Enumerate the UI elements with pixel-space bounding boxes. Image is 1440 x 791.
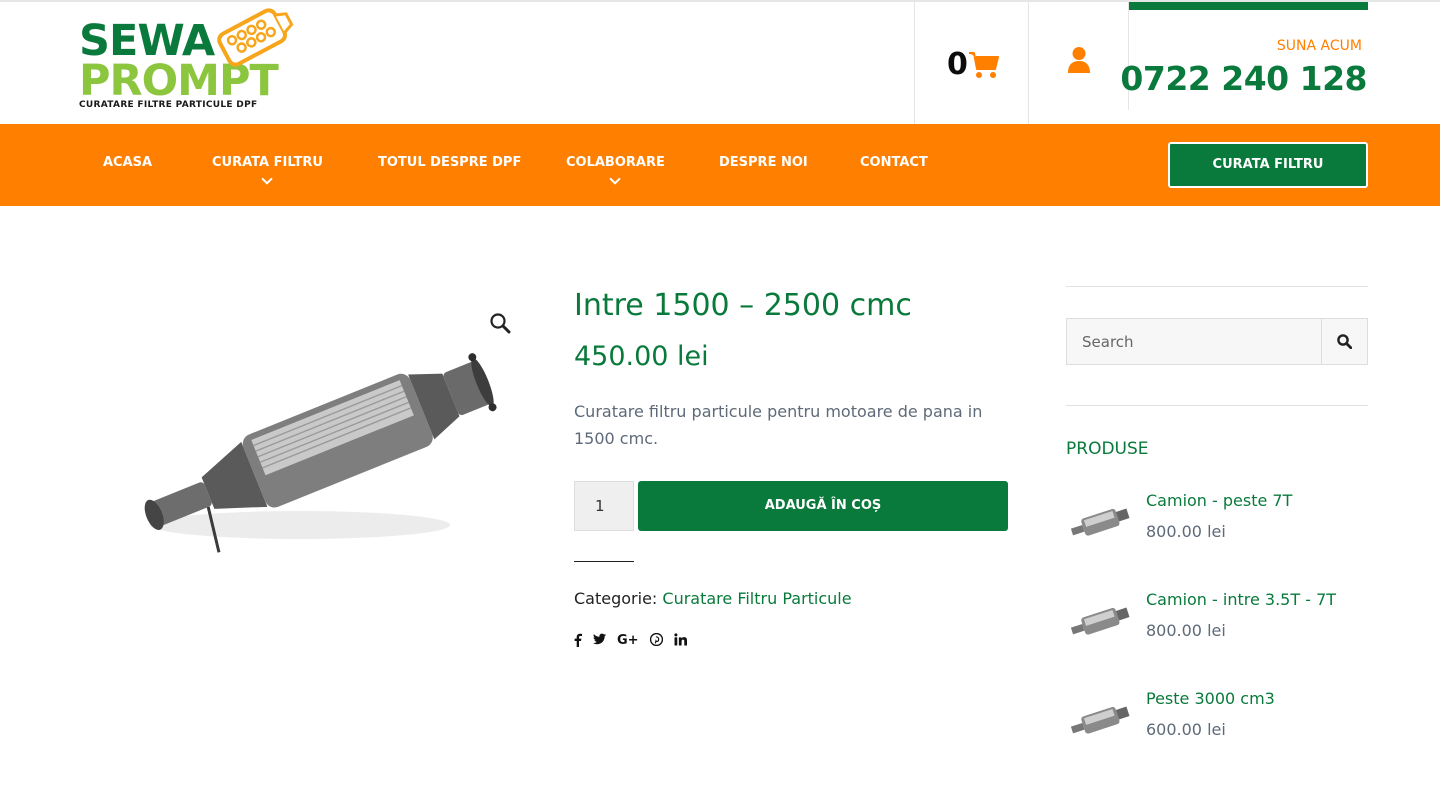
call-box: SUNA ACUM 0722 240 128 bbox=[1120, 2, 1368, 110]
linkedin-icon[interactable] bbox=[673, 633, 687, 646]
magnifier-icon[interactable] bbox=[489, 312, 511, 334]
products-widget-title: PRODUSE bbox=[1066, 439, 1149, 459]
facebook-icon[interactable] bbox=[574, 633, 582, 647]
product-thumbnail bbox=[1070, 607, 1130, 635]
curata-filtru-button[interactable]: CURATA FILTRU bbox=[1168, 142, 1368, 188]
nav-item-totul-despre-dpf[interactable]: TOTUL DESPRE DPF bbox=[378, 156, 521, 169]
quantity-input[interactable]: 1 bbox=[574, 481, 634, 531]
product-price: 800.00 lei bbox=[1146, 621, 1226, 640]
search-icon bbox=[1337, 334, 1352, 349]
product-title: Intre 1500 – 2500 cmc bbox=[574, 288, 912, 323]
user-icon bbox=[1068, 47, 1090, 73]
cart-widget[interactable]: 0 bbox=[914, 2, 1029, 124]
cart-count: 0 bbox=[947, 47, 968, 82]
sidebar-divider bbox=[1066, 405, 1368, 406]
google-plus-icon[interactable]: G+ bbox=[617, 633, 639, 649]
call-label: SUNA ACUM bbox=[1276, 38, 1362, 54]
product-price: 600.00 lei bbox=[1146, 720, 1226, 739]
product-thumbnail bbox=[1070, 706, 1130, 734]
product-description: Curatare filtru particule pentru motoare… bbox=[574, 402, 983, 448]
share-links: G+ bbox=[574, 633, 687, 649]
product-image[interactable] bbox=[100, 285, 540, 610]
list-item[interactable]: Camion - intre 3.5T - 7T 800.00 lei bbox=[1066, 590, 1368, 660]
search-form bbox=[1066, 318, 1368, 365]
search-input[interactable] bbox=[1067, 319, 1322, 364]
product-category: Categorie: Curatare Filtru Particule bbox=[574, 589, 852, 608]
product-name[interactable]: Camion - peste 7T bbox=[1146, 491, 1292, 510]
nav-item-acasa[interactable]: ACASA bbox=[103, 156, 152, 169]
nav-item-curata-filtru[interactable]: CURATA FILTRU bbox=[212, 156, 323, 185]
sidebar-divider bbox=[1066, 286, 1368, 287]
main-nav: ACASA CURATA FILTRU TOTUL DESPRE DPF COL… bbox=[0, 124, 1440, 206]
product-name[interactable]: Peste 3000 cm3 bbox=[1146, 689, 1275, 708]
site-logo[interactable]: SEWA PROMPT CURATARE FILTRE PARTICULE DP… bbox=[79, 6, 294, 114]
category-link[interactable]: Curatare Filtru Particule bbox=[662, 589, 851, 608]
product-thumbnail bbox=[1070, 508, 1130, 536]
shopping-cart-icon bbox=[969, 52, 999, 78]
nav-item-contact[interactable]: CONTACT bbox=[860, 156, 928, 169]
twitter-icon[interactable] bbox=[593, 633, 606, 645]
site-header: SEWA PROMPT CURATARE FILTRE PARTICULE DP… bbox=[0, 2, 1440, 124]
search-button[interactable] bbox=[1321, 319, 1367, 364]
add-to-cart-button[interactable]: ADAUGĂ ÎN COȘ bbox=[638, 481, 1008, 531]
chevron-down-icon bbox=[261, 173, 274, 185]
phone-number[interactable]: 0722 240 128 bbox=[1120, 62, 1367, 95]
category-label: Categorie: bbox=[574, 589, 658, 608]
pinterest-icon[interactable] bbox=[649, 633, 663, 646]
filter-grid-icon bbox=[217, 8, 294, 67]
product-price: 450.00 lei bbox=[574, 341, 709, 372]
account-widget[interactable] bbox=[1029, 2, 1129, 110]
list-item[interactable]: Peste 3000 cm3 600.00 lei bbox=[1066, 689, 1368, 759]
logo-tagline: CURATARE FILTRE PARTICULE DPF bbox=[79, 100, 258, 110]
list-item[interactable]: Camion - peste 7T 800.00 lei bbox=[1066, 491, 1368, 561]
diesel-particulate-filter-image bbox=[144, 353, 497, 553]
nav-item-colaborare[interactable]: COLABORARE bbox=[566, 156, 665, 185]
chevron-down-icon bbox=[609, 173, 622, 185]
product-name[interactable]: Camion - intre 3.5T - 7T bbox=[1146, 590, 1336, 609]
nav-item-despre-noi[interactable]: DESPRE NOI bbox=[719, 156, 808, 169]
divider bbox=[574, 561, 634, 562]
product-price: 800.00 lei bbox=[1146, 522, 1226, 541]
